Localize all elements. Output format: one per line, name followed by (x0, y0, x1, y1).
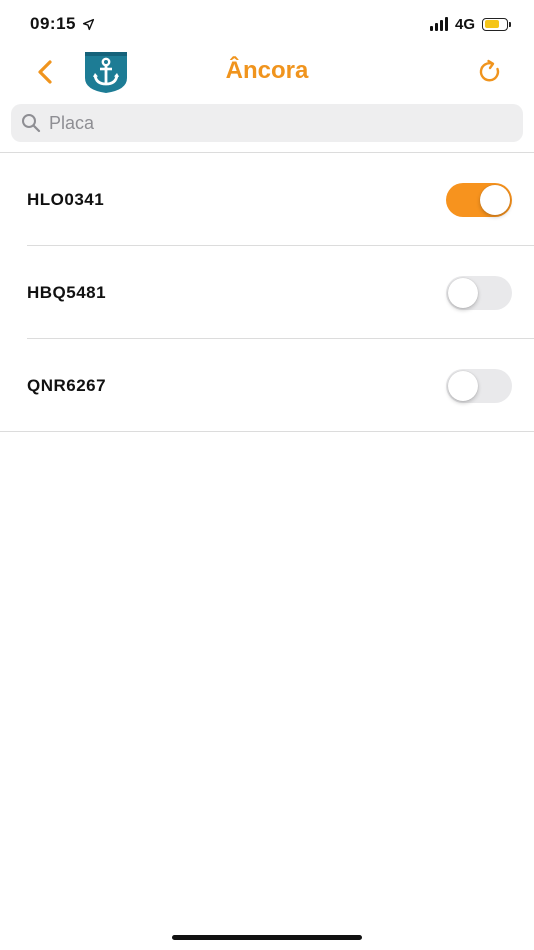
vehicle-plate: HLO0341 (27, 189, 105, 209)
home-indicator (172, 935, 362, 940)
search-icon (22, 114, 41, 133)
anchor-toggle[interactable] (446, 368, 512, 403)
refresh-icon (479, 59, 500, 82)
toggle-knob (448, 370, 478, 401)
status-right: 4G (429, 15, 511, 33)
vehicle-plate: QNR6267 (27, 375, 107, 395)
search-bar[interactable] (11, 104, 523, 142)
cellular-signal-icon (429, 17, 448, 31)
anchor-toggle[interactable] (446, 182, 512, 217)
toggle-knob (448, 277, 478, 308)
toggle-knob (480, 184, 510, 215)
anchor-shield-icon (85, 52, 127, 93)
anchor-toggle[interactable] (446, 275, 512, 310)
battery-icon (482, 17, 511, 31)
location-arrow-icon (82, 18, 95, 30)
row-divider (0, 431, 534, 432)
chevron-left-icon (38, 60, 52, 84)
status-bar: 09:15 4G (0, 0, 534, 48)
status-left: 09:15 (30, 14, 95, 34)
back-button[interactable] (28, 54, 62, 90)
list-item: HBQ5481 (0, 246, 534, 339)
vehicle-plate: HBQ5481 (27, 282, 107, 302)
list-item: HLO0341 (0, 153, 534, 246)
anchor-screen: 09:15 4G Âncora Placa HLO0341 HBQ5481 QN… (0, 0, 534, 950)
battery-level (484, 20, 500, 28)
navigation-bar: Âncora (0, 48, 534, 96)
network-type: 4G (454, 15, 475, 33)
status-time: 09:15 (30, 14, 76, 33)
refresh-button[interactable] (472, 54, 508, 90)
vehicle-list: HLO0341 HBQ5481 QNR6267 (0, 153, 534, 432)
page-title: Âncora (225, 57, 309, 84)
list-item: QNR6267 (0, 339, 534, 432)
search-input[interactable] (47, 111, 491, 135)
